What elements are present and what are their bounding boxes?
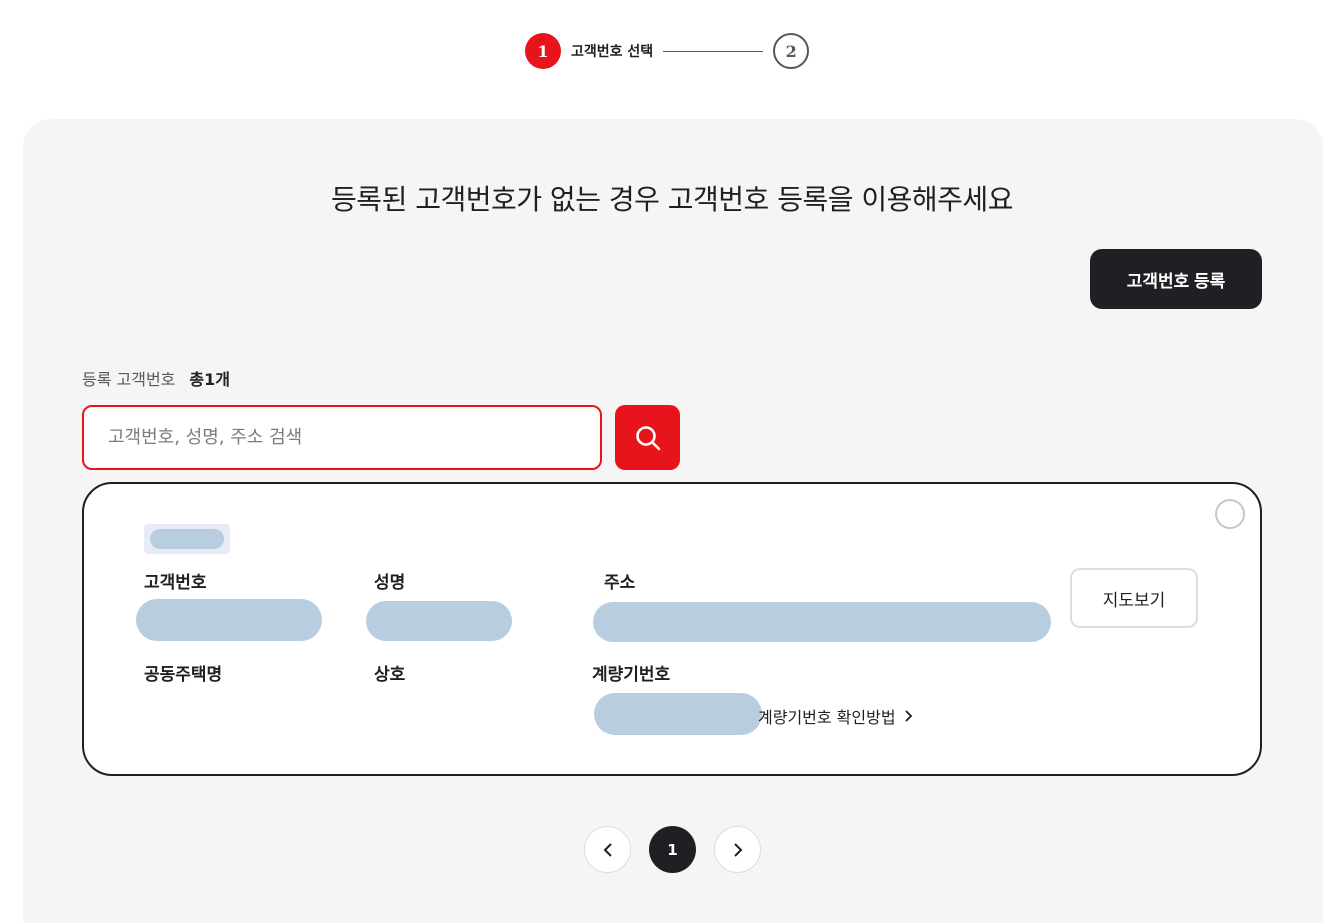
business-name-label: 상호	[374, 665, 406, 685]
chevron-right-icon	[733, 842, 742, 857]
customer-card[interactable]: 고객번호 성명 주소 지도보기 공동주택명 상호 계량기번호 계량기번호 확인방…	[82, 482, 1262, 776]
pagination: 1	[584, 826, 761, 873]
search-input[interactable]	[108, 427, 600, 448]
meter-number-label: 계량기번호	[592, 665, 671, 685]
view-map-button[interactable]: 지도보기	[1070, 568, 1198, 628]
customer-type-badge	[144, 524, 230, 554]
search-field[interactable]	[82, 405, 602, 470]
chevron-left-icon	[603, 842, 612, 857]
step-connector	[663, 50, 764, 52]
meter-number-help-link[interactable]: 계량기번호 확인방법	[758, 704, 914, 728]
registered-count: 등록 고객번호 총1개	[82, 366, 230, 390]
redacted-meter-number	[594, 693, 762, 735]
search-button[interactable]	[615, 405, 680, 470]
step-1-indicator: 1	[525, 33, 561, 69]
select-radio[interactable]	[1215, 499, 1245, 529]
page-headline: 등록된 고객번호가 없는 경우 고객번호 등록을 이용해주세요	[331, 183, 1013, 216]
redacted-name	[366, 601, 512, 641]
progress-stepper: 1 고객번호 선택 2	[525, 33, 810, 69]
register-customer-number-button[interactable]: 고객번호 등록	[1090, 249, 1262, 309]
apartment-name-label: 공동주택명	[144, 665, 223, 685]
redacted-badge-text	[150, 529, 224, 549]
prev-page-button[interactable]	[584, 826, 631, 873]
search-icon	[635, 425, 660, 450]
page-1-button[interactable]: 1	[649, 826, 696, 873]
redacted-address	[593, 602, 1051, 642]
meter-number-help-text: 계량기번호 확인방법	[758, 708, 896, 727]
next-page-button[interactable]	[714, 826, 761, 873]
step-1-label: 고객번호 선택	[571, 44, 654, 60]
customer-number-label: 고객번호	[144, 573, 207, 593]
name-label: 성명	[374, 573, 406, 593]
chevron-right-icon	[904, 710, 912, 722]
address-label: 주소	[604, 573, 636, 593]
registered-count-value: 총1개	[189, 370, 230, 389]
step-2-indicator: 2	[773, 33, 810, 69]
redacted-customer-number	[136, 599, 322, 641]
registered-count-label: 등록 고객번호	[82, 370, 176, 389]
